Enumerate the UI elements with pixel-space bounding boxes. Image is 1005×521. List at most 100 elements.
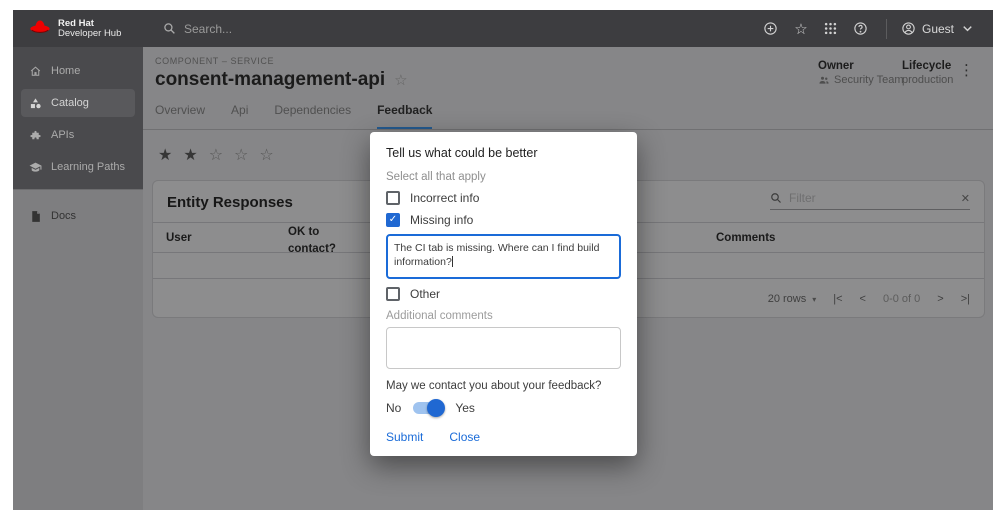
logo-text: Red Hat Developer Hub: [58, 19, 121, 39]
sidebar-item-home[interactable]: Home: [21, 57, 135, 85]
modal-actions: Submit Close: [386, 430, 621, 444]
account-avatar-icon: [901, 21, 916, 36]
tab-overview[interactable]: Overview: [155, 103, 205, 130]
breadcrumb: COMPONENT – SERVICE: [155, 56, 274, 66]
feedback-text-input[interactable]: The CI tab is missing. Where can I find …: [386, 234, 621, 279]
rating-star-3-icon[interactable]: ☆: [209, 145, 223, 165]
rating-star-5-icon[interactable]: ☆: [259, 145, 273, 165]
text-cursor: [452, 256, 453, 267]
user-name: Guest: [922, 22, 954, 36]
sidebar-item-label: Home: [51, 65, 80, 77]
contact-question: May we contact you about your feedback?: [386, 380, 621, 392]
option-label: Missing info: [410, 213, 473, 227]
rating-star-4-icon[interactable]: ☆: [234, 145, 248, 165]
owner-value[interactable]: Security Team: [818, 74, 904, 86]
toggle-knob: [427, 399, 445, 417]
owner-name: Security Team: [834, 74, 904, 86]
sidebar-item-label: Docs: [51, 210, 76, 222]
close-button[interactable]: Close: [449, 430, 480, 444]
apis-extension-icon: [29, 129, 42, 142]
search-icon: [163, 22, 176, 35]
logo-line2: Developer Hub: [58, 29, 121, 39]
entity-tabs: Overview Api Dependencies Feedback: [155, 103, 432, 130]
screenshot-root: Red Hat Developer Hub ☆: [0, 0, 1005, 521]
owner-block: Owner Security Team: [818, 60, 904, 86]
filter-search-icon: [770, 192, 782, 204]
sidebar-item-docs[interactable]: Docs: [21, 202, 135, 230]
prev-page-button[interactable]: <: [860, 293, 866, 305]
contact-toggle-row: No Yes: [386, 401, 621, 415]
table-filter: ✕: [770, 191, 970, 210]
toggle-yes-label: Yes: [455, 401, 475, 415]
catalog-icon: [29, 97, 42, 110]
option-label: Other: [410, 287, 440, 301]
option-missing-info[interactable]: Missing info: [386, 213, 621, 227]
global-search[interactable]: [163, 22, 384, 36]
page-title: consent-management-api: [155, 69, 385, 91]
learning-paths-icon: [29, 161, 42, 174]
filter-clear-icon[interactable]: ✕: [961, 192, 970, 205]
logo-line1: Red Hat: [58, 19, 121, 29]
option-incorrect-info[interactable]: Incorrect info: [386, 191, 621, 205]
sidebar-main: Home Catalog APIs Learning Paths: [13, 47, 143, 189]
lifecycle-block: Lifecycle production: [902, 60, 953, 86]
apps-grid-icon[interactable]: [818, 16, 844, 42]
toggle-no-label: No: [386, 401, 401, 415]
additional-comments-input[interactable]: [386, 327, 621, 369]
redhat-fedora-icon: [29, 19, 51, 39]
tab-dependencies[interactable]: Dependencies: [274, 103, 351, 130]
option-label: Incorrect info: [410, 191, 479, 205]
entity-kebab-menu-icon[interactable]: ⋮: [959, 63, 974, 78]
last-page-button[interactable]: >|: [961, 293, 970, 305]
sidebar-secondary: Docs: [13, 189, 143, 510]
additional-comments-label: Additional comments: [386, 310, 621, 322]
top-header-bar: Red Hat Developer Hub ☆: [13, 10, 993, 47]
filter-input[interactable]: [789, 191, 954, 205]
checkbox-checked-icon[interactable]: [386, 213, 400, 227]
sidebar-item-catalog[interactable]: Catalog: [21, 89, 135, 117]
create-plus-icon[interactable]: [758, 16, 784, 42]
next-page-button[interactable]: >: [937, 293, 943, 305]
rows-per-page-value: 20 rows: [768, 293, 807, 305]
header-divider: [886, 19, 887, 39]
option-other[interactable]: Other: [386, 287, 621, 301]
sidebar-item-learning-paths[interactable]: Learning Paths: [21, 153, 135, 181]
feedback-modal: Tell us what could be better Select all …: [370, 132, 637, 456]
tab-api[interactable]: Api: [231, 103, 248, 130]
column-header-user[interactable]: User: [166, 230, 192, 247]
checkbox-unchecked-icon[interactable]: [386, 191, 400, 205]
redhat-developer-hub-logo[interactable]: Red Hat Developer Hub: [13, 19, 143, 39]
sidebar-item-label: Catalog: [51, 97, 89, 109]
favorites-star-icon[interactable]: ☆: [788, 16, 814, 42]
lifecycle-label: Lifecycle: [902, 60, 953, 72]
sidebar-item-apis[interactable]: APIs: [21, 121, 135, 149]
modal-title: Tell us what could be better: [386, 146, 621, 160]
column-header-comments[interactable]: Comments: [716, 230, 775, 247]
modal-subtitle: Select all that apply: [386, 171, 621, 183]
table-pagination: 20 rows ▾ |< < 0-0 of 0 > >|: [768, 293, 970, 305]
lifecycle-value: production: [902, 74, 953, 86]
owner-label: Owner: [818, 60, 904, 72]
checkbox-unchecked-icon[interactable]: [386, 287, 400, 301]
submit-button[interactable]: Submit: [386, 430, 423, 444]
caret-down-icon: ▾: [812, 295, 816, 304]
docs-icon: [29, 210, 42, 223]
first-page-button[interactable]: |<: [833, 293, 842, 305]
sidebar-item-label: Learning Paths: [51, 161, 125, 173]
chevron-down-icon: [960, 21, 975, 36]
group-icon: [818, 74, 830, 86]
search-input[interactable]: [184, 22, 384, 36]
feedback-rating: ★ ★ ☆ ☆ ☆: [158, 145, 274, 165]
rating-star-1-icon[interactable]: ★: [158, 145, 172, 165]
tab-feedback[interactable]: Feedback: [377, 103, 432, 130]
user-menu[interactable]: Guest: [901, 21, 975, 36]
contact-toggle-switch[interactable]: [413, 402, 443, 414]
rating-star-2-icon[interactable]: ★: [183, 145, 197, 165]
help-icon[interactable]: [848, 16, 874, 42]
pagination-range: 0-0 of 0: [883, 293, 920, 305]
table-title: Entity Responses: [167, 194, 293, 211]
favorite-entity-star-icon[interactable]: ☆: [394, 71, 407, 89]
home-icon: [29, 65, 42, 78]
tabs-divider: [143, 129, 993, 130]
rows-per-page-select[interactable]: 20 rows ▾: [768, 293, 817, 305]
